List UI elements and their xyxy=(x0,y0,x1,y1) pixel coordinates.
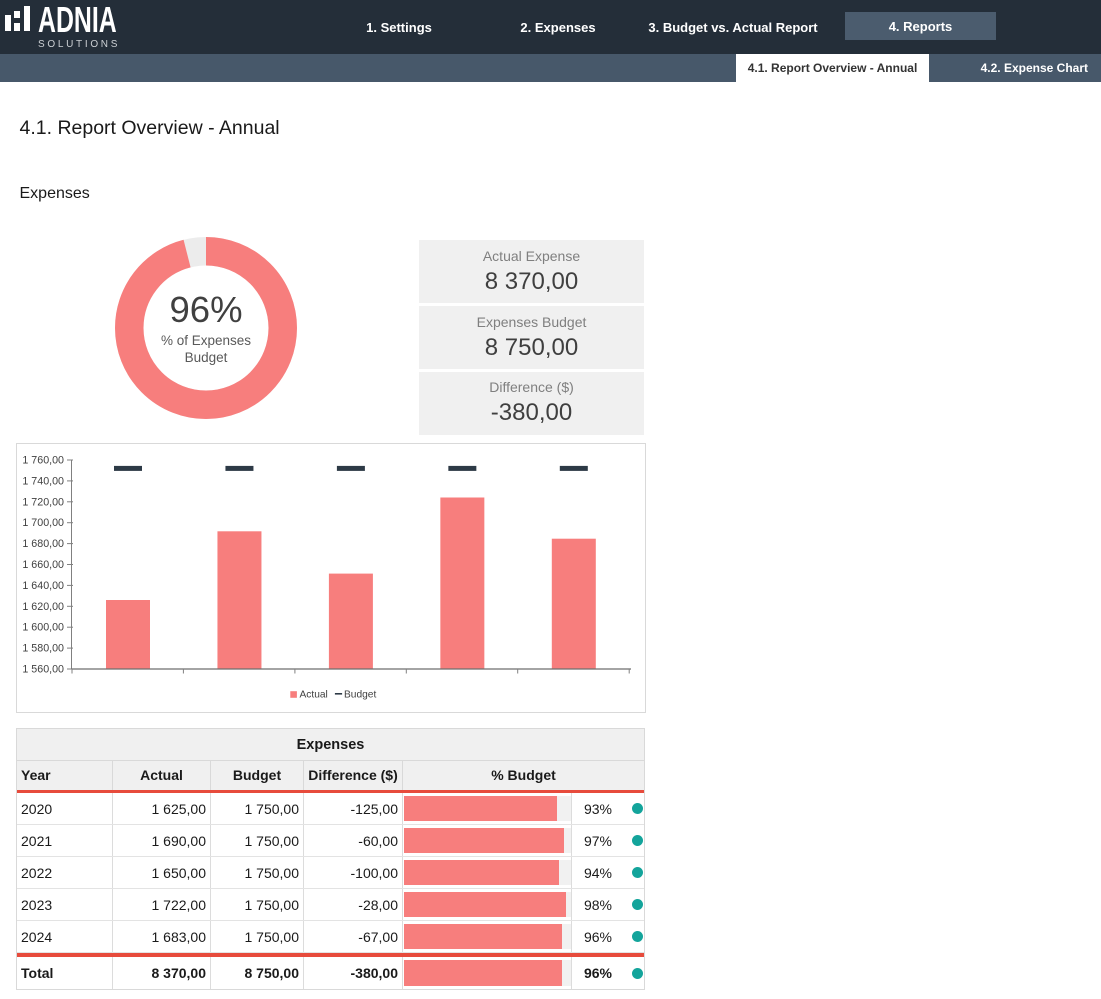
svg-text:1 700,00: 1 700,00 xyxy=(22,517,64,529)
svg-text:1 580,00: 1 580,00 xyxy=(22,643,64,655)
svg-text:1 660,00: 1 660,00 xyxy=(22,559,64,571)
svg-text:1 600,00: 1 600,00 xyxy=(22,622,64,634)
svg-text:Actual: Actual xyxy=(300,690,328,701)
svg-text:1 740,00: 1 740,00 xyxy=(22,475,64,487)
svg-text:1 680,00: 1 680,00 xyxy=(22,538,64,550)
svg-text:1 720,00: 1 720,00 xyxy=(22,496,64,508)
svg-text:1 620,00: 1 620,00 xyxy=(22,601,64,613)
svg-text:Budget: Budget xyxy=(344,690,376,701)
svg-text:96%: 96% xyxy=(169,289,242,330)
svg-text:1 560,00: 1 560,00 xyxy=(22,664,64,676)
svg-text:1 760,00: 1 760,00 xyxy=(22,455,64,467)
svg-text:1 640,00: 1 640,00 xyxy=(22,580,64,592)
